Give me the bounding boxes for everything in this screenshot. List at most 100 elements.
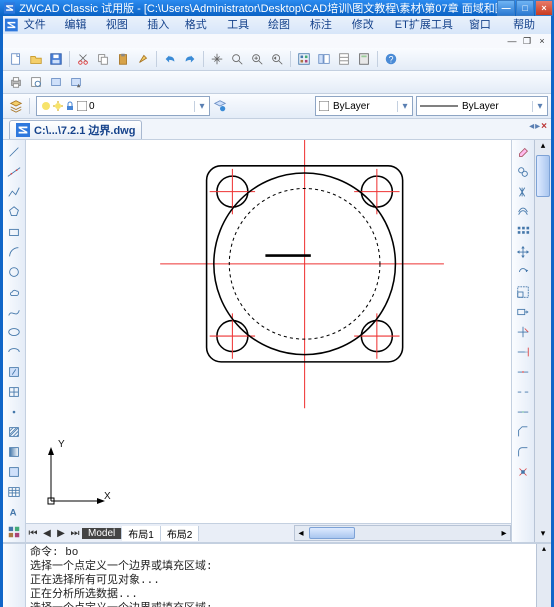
undo-icon[interactable] [161,50,179,68]
command-history[interactable]: 命令: bo 选择一个点定义一个边界或填充区域: 正在选择所有可见对象... 正… [26,544,536,607]
properties-icon[interactable] [295,50,313,68]
calculator-icon[interactable] [355,50,373,68]
move-icon[interactable] [514,243,532,261]
open-icon[interactable] [27,50,45,68]
point-icon[interactable] [5,403,23,421]
circle-icon[interactable] [5,263,23,281]
doc-restore-button[interactable]: ❐ [520,35,534,47]
revision-cloud-icon[interactable] [5,283,23,301]
paste-icon[interactable] [114,50,132,68]
menu-modify[interactable]: 修改(M) [348,16,391,34]
menu-draw[interactable]: 绘图(D) [264,16,306,34]
file-tab[interactable]: C:\...\7.2.1 边界.dwg [9,120,142,139]
extend-icon[interactable] [514,343,532,361]
layer-previous-icon[interactable] [211,97,229,115]
mtext-icon[interactable]: A [5,503,23,521]
redo-icon[interactable] [181,50,199,68]
offset-icon[interactable] [514,203,532,221]
arc-icon[interactable] [5,243,23,261]
break-at-point-icon[interactable] [514,363,532,381]
flyout-icon[interactable] [5,523,23,541]
copy-obj-icon[interactable] [514,163,532,181]
vertical-scrollbar[interactable]: ▴ ▾ [534,140,551,542]
polyline-icon[interactable] [5,183,23,201]
ellipse-arc-icon[interactable] [5,343,23,361]
layer-manager-icon[interactable] [7,97,25,115]
layout-tab-model[interactable]: Model [82,528,122,539]
tab-prev-icon[interactable]: ◂ [529,121,534,132]
color-combo[interactable]: ByLayer ▾ [315,96,413,116]
scale-icon[interactable] [514,283,532,301]
menu-window[interactable]: 窗口(W) [465,16,509,34]
help-icon[interactable]: ? [382,50,400,68]
construction-line-icon[interactable] [5,163,23,181]
chevron-down-icon[interactable]: ▾ [194,101,209,112]
table-icon[interactable] [5,483,23,501]
join-icon[interactable] [514,403,532,421]
publish-icon[interactable] [47,73,65,91]
break-icon[interactable] [514,383,532,401]
zoom-previous-icon[interactable] [268,50,286,68]
menu-insert[interactable]: 插入(I) [143,16,180,34]
design-center-icon[interactable] [315,50,333,68]
save-icon[interactable] [47,50,65,68]
win-maximize-button[interactable]: □ [516,0,534,16]
command-scrollbar[interactable]: ▴ ▾ [536,544,551,607]
share-drop-icon[interactable] [67,73,85,91]
rectangle-icon[interactable] [5,223,23,241]
tabnav-first-icon[interactable]: ⏮ [26,528,40,539]
tab-next-icon[interactable]: ▸ [535,121,540,132]
doc-minimize-button[interactable]: — [505,35,519,47]
menu-format[interactable]: 格式(O) [181,16,223,34]
chevron-down-icon[interactable]: ▾ [397,101,412,112]
spline-icon[interactable] [5,303,23,321]
new-icon[interactable] [7,50,25,68]
cut-icon[interactable] [74,50,92,68]
menu-extend[interactable]: ET扩展工具(X) [391,16,465,34]
layer-combo[interactable]: 0 ▾ [36,96,210,116]
menu-view[interactable]: 视图(V) [102,16,143,34]
insert-block-icon[interactable] [5,363,23,381]
copy-icon[interactable] [94,50,112,68]
chamfer-icon[interactable] [514,423,532,441]
tabnav-next-icon[interactable]: ▶ [54,528,68,539]
win-close-button[interactable]: × [535,0,553,16]
hatch-icon[interactable] [5,423,23,441]
linetype-combo[interactable]: ByLayer ▾ [416,96,548,116]
erase-icon[interactable] [514,143,532,161]
tool-palette-icon[interactable] [335,50,353,68]
menu-dimension[interactable]: 标注(N) [306,16,348,34]
fillet-icon[interactable] [514,443,532,461]
doc-close-button[interactable]: × [535,35,549,47]
preview-icon[interactable] [27,73,45,91]
win-minimize-button[interactable]: — [497,0,515,16]
menu-file[interactable]: 文件(F) [20,16,61,34]
menu-edit[interactable]: 编辑(E) [61,16,102,34]
layout-tab-2[interactable]: 布局2 [161,526,200,541]
drawing-canvas[interactable]: Y X [26,140,511,523]
layout-tab-1[interactable]: 布局1 [122,526,161,541]
tabnav-last-icon[interactable]: ⏭ [68,528,82,539]
mirror-icon[interactable] [514,183,532,201]
rotate-icon[interactable] [514,263,532,281]
chevron-down-icon[interactable]: ▾ [532,101,547,112]
tab-close-icon[interactable]: × [541,121,547,132]
tabnav-prev-icon[interactable]: ◀ [40,528,54,539]
line-icon[interactable] [5,143,23,161]
horizontal-scrollbar[interactable]: ◂▸ [294,525,511,541]
stretch-icon[interactable] [514,303,532,321]
zoom-window-icon[interactable] [248,50,266,68]
ellipse-icon[interactable] [5,323,23,341]
array-icon[interactable] [514,223,532,241]
menu-tools[interactable]: 工具(T) [223,16,264,34]
menu-help[interactable]: 帮助(H) [509,16,551,34]
pan-icon[interactable] [208,50,226,68]
match-icon[interactable] [134,50,152,68]
print-icon[interactable] [7,73,25,91]
trim-icon[interactable] [514,323,532,341]
explode-icon[interactable] [514,463,532,481]
gradient-icon[interactable] [5,443,23,461]
region-icon[interactable] [5,463,23,481]
make-block-icon[interactable] [5,383,23,401]
zoom-realtime-icon[interactable] [228,50,246,68]
